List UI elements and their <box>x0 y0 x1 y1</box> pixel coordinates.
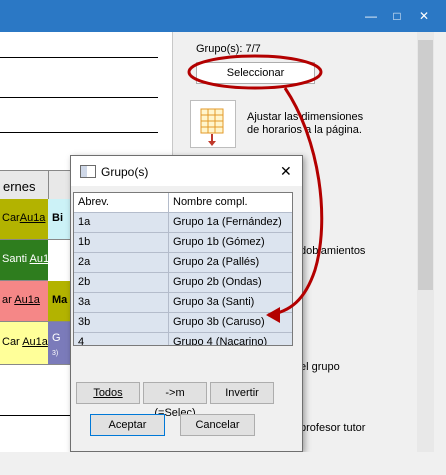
annotation-overlay <box>187 54 324 323</box>
annotation-arrow <box>267 87 324 317</box>
annotation-arrowhead <box>266 307 280 323</box>
annotation-ellipse <box>187 54 323 90</box>
